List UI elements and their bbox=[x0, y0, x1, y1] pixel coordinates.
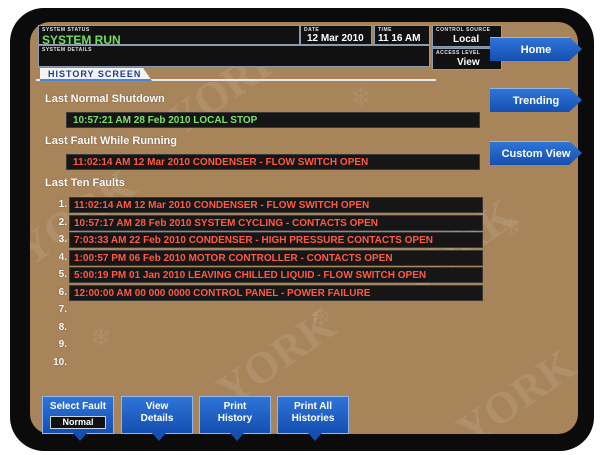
fault-number: 2. bbox=[58, 216, 67, 228]
last-fault-running-label: Last Fault While Running bbox=[45, 135, 177, 147]
time-value: 11 16 AM bbox=[378, 33, 421, 44]
fault-number: 10. bbox=[53, 356, 67, 368]
york-watermark: YORK bbox=[447, 339, 578, 434]
last-normal-shutdown-entry: 10:57:21 AM 28 Feb 2010 LOCAL STOP bbox=[66, 112, 480, 128]
home-button[interactable]: Home bbox=[490, 37, 582, 61]
last-normal-shutdown-label: Last Normal Shutdown bbox=[45, 93, 165, 105]
system-details-panel: SYSTEM DETAILS bbox=[38, 45, 430, 67]
fault-row: 9. bbox=[45, 337, 485, 353]
fault-number: 5. bbox=[58, 269, 67, 280]
fault-number: 1. bbox=[58, 199, 67, 210]
fault-number: 8. bbox=[58, 321, 67, 333]
view-details-line1: View bbox=[145, 401, 169, 412]
pointer-arrow-icon bbox=[152, 433, 166, 441]
fault-row: 10. bbox=[45, 355, 485, 371]
control-source-caption: CONTROL SOURCE bbox=[436, 27, 491, 33]
fault-entry[interactable]: 1:00:57 PM 06 Feb 2010 MOTOR CONTROLLER … bbox=[69, 249, 483, 266]
pointer-arrow-icon bbox=[308, 433, 322, 441]
view-details-line2: Details bbox=[140, 413, 174, 424]
fault-number: 3. bbox=[58, 234, 67, 245]
snowflake-icon: ❄ bbox=[500, 212, 522, 242]
fault-number: 4. bbox=[58, 251, 67, 263]
fault-row: 6. 12:00:00 AM 00 000 0000 CONTROL PANEL … bbox=[45, 284, 485, 301]
tab-history-screen: HISTORY SCREEN bbox=[40, 68, 152, 81]
fault-number: 7. bbox=[58, 304, 67, 315]
fault-number: 6. bbox=[58, 286, 67, 298]
print-all-line2: Histories bbox=[291, 413, 335, 424]
fault-row: 1. 11:02:14 AM 12 Mar 2010 CONDENSER - FL… bbox=[45, 197, 485, 213]
print-all-histories-button[interactable]: Print All Histories bbox=[277, 396, 349, 441]
access-level-caption: ACCESS LEVEL bbox=[436, 50, 481, 56]
trending-button[interactable]: Trending bbox=[490, 88, 582, 112]
last-fault-running-entry: 11:02:14 AM 12 Mar 2010 CONDENSER - FLOW… bbox=[66, 154, 480, 170]
select-fault-value: Normal bbox=[50, 416, 106, 429]
fault-row: 2. 10:57:17 AM 28 Feb 2010 SYSTEM CYCLING… bbox=[45, 214, 485, 231]
time-panel: TIME 11 16 AM bbox=[374, 25, 430, 45]
fault-row: 8. bbox=[45, 320, 485, 336]
date-value: 12 Mar 2010 bbox=[307, 33, 364, 44]
view-details-button[interactable]: View Details bbox=[121, 396, 193, 441]
select-fault-button[interactable]: Select Fault Normal bbox=[42, 396, 114, 441]
control-source-value: Local bbox=[453, 34, 480, 45]
print-history-button[interactable]: Print History bbox=[199, 396, 271, 441]
system-details-caption: SYSTEM DETAILS bbox=[42, 47, 92, 53]
print-history-line1: Print bbox=[223, 401, 247, 412]
snowflake-icon: ❄ bbox=[350, 82, 372, 112]
fault-row: 7. bbox=[45, 302, 485, 318]
fault-entry[interactable]: 12:00:00 AM 00 000 0000 CONTROL PANEL - … bbox=[69, 284, 483, 301]
print-history-line2: History bbox=[217, 413, 253, 424]
last-ten-faults-label: Last Ten Faults bbox=[45, 177, 125, 189]
select-fault-label: Select Fault bbox=[49, 401, 107, 412]
print-all-line1: Print All bbox=[294, 401, 332, 412]
fault-row: 5. 5:00:19 PM 01 Jan 2010 LEAVING CHILLED… bbox=[45, 267, 485, 283]
access-level-value: View bbox=[457, 57, 480, 68]
fault-entry[interactable]: 7:03:33 AM 22 Feb 2010 CONDENSER - HIGH … bbox=[69, 232, 483, 248]
fault-row: 4. 1:00:57 PM 06 Feb 2010 MOTOR CONTROLLE… bbox=[45, 249, 485, 266]
pointer-arrow-icon bbox=[73, 433, 87, 441]
fault-entry[interactable]: 10:57:17 AM 28 Feb 2010 SYSTEM CYCLING -… bbox=[69, 214, 483, 231]
fault-row: 3. 7:03:33 AM 22 Feb 2010 CONDENSER - HIG… bbox=[45, 232, 485, 248]
fault-entry[interactable]: 11:02:14 AM 12 Mar 2010 CONDENSER - FLOW… bbox=[69, 197, 483, 213]
custom-view-button[interactable]: Custom View bbox=[490, 141, 582, 165]
pointer-arrow-icon bbox=[230, 433, 244, 441]
fault-number: 9. bbox=[58, 339, 67, 350]
fault-entry[interactable]: 5:00:19 PM 01 Jan 2010 LEAVING CHILLED L… bbox=[69, 267, 483, 283]
system-status-panel: SYSTEM STATUS SYSTEM RUN bbox=[38, 25, 300, 47]
date-panel: DATE 12 Mar 2010 bbox=[300, 25, 372, 45]
